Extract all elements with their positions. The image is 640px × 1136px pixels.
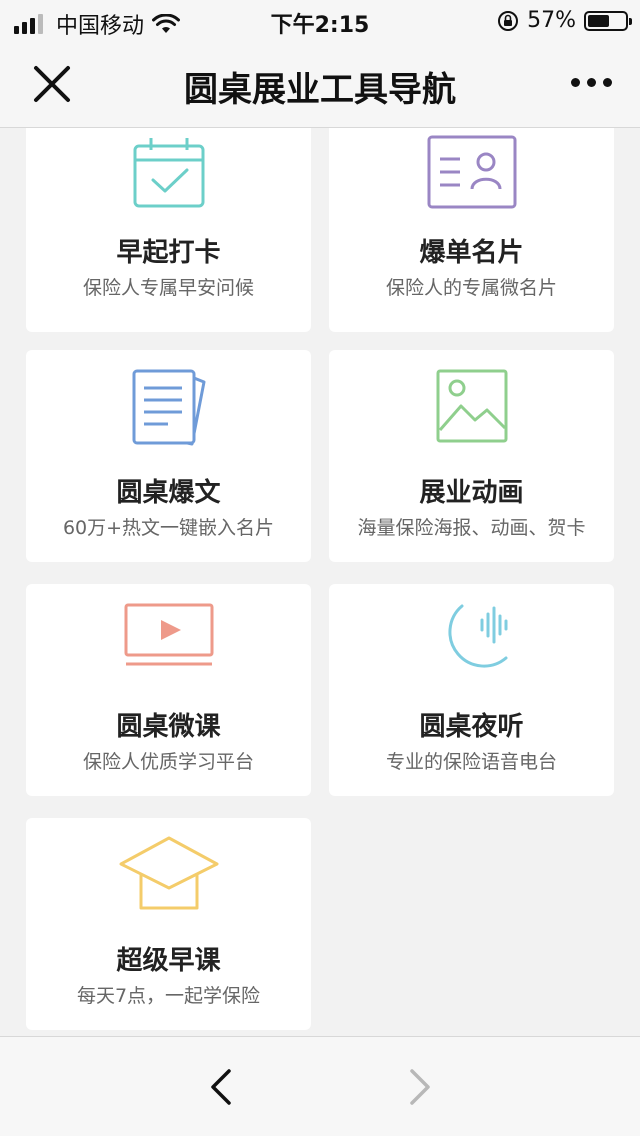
tool-card-business-card[interactable]: 爆单名片 保险人的专属微名片: [329, 128, 614, 332]
tool-grid: 早起打卡 保险人专属早安问候 爆单名片 保险人的专属微名片 圆桌爆文 60万+热…: [0, 128, 640, 1036]
card-subtitle: 保险人的专属微名片: [385, 277, 557, 299]
card-title: 早起打卡: [116, 238, 221, 268]
graduation-cap-icon: [119, 836, 218, 910]
card-title: 展业动画: [419, 478, 524, 508]
tool-card-animations[interactable]: 展业动画 海量保险海报、动画、贺卡: [329, 350, 614, 562]
page-title: 圆桌展业工具导航: [184, 70, 456, 110]
battery-percent: 57%: [527, 8, 576, 33]
card-subtitle: 专业的保险语音电台: [385, 751, 557, 773]
document-icon: [132, 369, 205, 446]
battery-icon: [584, 10, 632, 31]
status-bar: 中国移动 下午2:15 57%: [0, 0, 640, 40]
tool-card-morning-class[interactable]: 超级早课 每天7点，一起学保险: [26, 818, 311, 1030]
forward-arrow-icon[interactable]: [402, 1067, 436, 1107]
card-subtitle: 保险人专属早安问候: [82, 277, 254, 299]
nav-bar: 圆桌展业工具导航: [0, 40, 640, 128]
tool-card-hot-articles[interactable]: 圆桌爆文 60万+热文一键嵌入名片: [26, 350, 311, 562]
back-arrow-icon[interactable]: [205, 1067, 239, 1107]
business-card-icon: [427, 135, 516, 209]
card-subtitle: 60万+热文一键嵌入名片: [62, 517, 275, 539]
video-play-icon: [124, 603, 213, 666]
tool-card-night-radio[interactable]: 圆桌夜听 专业的保险语音电台: [329, 584, 614, 796]
card-title: 超级早课: [116, 946, 221, 976]
more-icon[interactable]: [571, 78, 612, 87]
moon-audio-icon: [447, 604, 507, 668]
card-title: 圆桌夜听: [419, 712, 524, 742]
card-subtitle: 保险人优质学习平台: [82, 751, 254, 773]
calendar-check-icon: [133, 138, 204, 208]
bottom-nav-bar: [0, 1036, 640, 1136]
tool-card-micro-course[interactable]: 圆桌微课 保险人优质学习平台: [26, 584, 311, 796]
card-subtitle: 海量保险海报、动画、贺卡: [357, 517, 586, 539]
tool-card-early-checkin[interactable]: 早起打卡 保险人专属早安问候: [26, 128, 311, 332]
card-title: 爆单名片: [419, 238, 524, 268]
card-title: 圆桌微课: [116, 712, 221, 742]
card-title: 圆桌爆文: [116, 478, 221, 508]
image-icon: [436, 369, 507, 443]
card-subtitle: 每天7点，一起学保险: [76, 985, 261, 1007]
rotation-lock-icon: [498, 10, 519, 31]
